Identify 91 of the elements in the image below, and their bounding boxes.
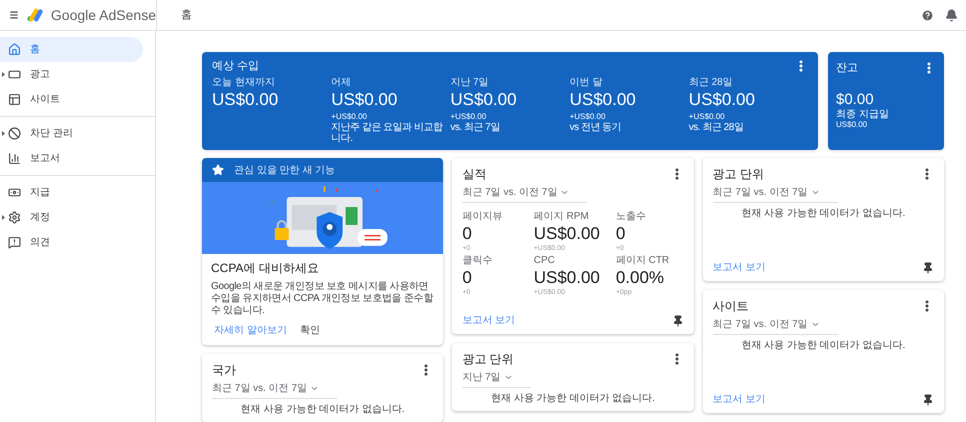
- dropdown-icon: [504, 373, 513, 382]
- caret-icon: [2, 72, 5, 77]
- metric-value: US$0.00: [534, 223, 601, 244]
- metric-label: 최근 28일: [688, 76, 734, 88]
- help-icon[interactable]: [921, 8, 934, 22]
- metric-label: 오늘 현재까지: [212, 76, 276, 88]
- settings-icon: [8, 211, 21, 224]
- metric-label: 지난 7일: [450, 76, 490, 88]
- card-title: 잔고: [836, 61, 858, 76]
- empty-message: 현재 사용 가능한 데이터가 없습니다.: [740, 339, 906, 352]
- pin-icon[interactable]: [922, 262, 934, 274]
- feature-banner: 관심 있을 만한 새 기능: [202, 158, 444, 182]
- metric-label: 클릭수: [462, 255, 494, 267]
- dropdown-icon: [810, 188, 820, 197]
- sidebar-item[interactable]: 의견: [0, 230, 143, 255]
- feature-description: Google의 새로운 개인정보 보호 메시지를 사용하면 수입을 유지하면서 CCPA 개인정보 보호법을 준수할 수 있습니다.: [211, 281, 434, 317]
- metric-value: 0: [462, 223, 473, 244]
- view-report-link[interactable]: 보고서 보기: [462, 313, 516, 328]
- period-dropdown[interactable]: 최근 7일 vs. 이전 7일: [212, 381, 338, 399]
- metric-label: 페이지 CTR: [616, 255, 670, 267]
- metric-value: US$0.00: [534, 267, 601, 288]
- metric-comparison: vs 전년 동기: [570, 122, 622, 132]
- metric-comparison: 지난주 같은 요일과 비교합니다.: [331, 122, 444, 144]
- feedback-icon: [8, 236, 21, 249]
- layout-icon: [8, 93, 21, 106]
- metric-label: CPC: [534, 255, 556, 267]
- view-report-link[interactable]: 보고서 보기: [712, 260, 766, 275]
- metric-label: 노출수: [616, 211, 647, 223]
- metric-label: 페이지 RPM: [534, 211, 590, 223]
- metric-delta: +US$0.00: [331, 112, 368, 122]
- period-dropdown[interactable]: 최근 7일 vs. 이전 7일: [712, 317, 838, 335]
- card-title: 예상 수입: [212, 59, 260, 74]
- empty-message: 현재 사용 가능한 데이터가 없습니다.: [740, 207, 906, 220]
- home-icon: [8, 43, 21, 56]
- card-title: 광고 단위: [462, 351, 514, 368]
- metric-value: US$0.00: [570, 88, 637, 110]
- sidebar-item[interactable]: 지급: [0, 180, 143, 205]
- logo-icon: [27, 7, 43, 23]
- sidebar-item[interactable]: 보고서: [0, 146, 143, 171]
- empty-message: 현재 사용 가능한 데이터가 없습니다.: [240, 403, 406, 416]
- notifications-icon[interactable]: [945, 8, 958, 22]
- dropdown-icon: [560, 188, 570, 197]
- empty-message: 현재 사용 가능한 데이터가 없습니다.: [490, 392, 656, 405]
- feature-heading: CCPA에 대비하세요: [211, 261, 320, 276]
- metric-delta: +US$0.00: [450, 112, 488, 122]
- metric-value: US$0.00: [450, 88, 518, 110]
- metric-label: 페이지뷰: [462, 211, 504, 223]
- ad-window-icon: [8, 68, 21, 81]
- block-icon: [8, 127, 21, 140]
- metric-comparison: vs. 최근 28일: [688, 122, 744, 132]
- last-payment-label: 최종 지급일: [836, 108, 890, 120]
- sidebar-item[interactable]: 차단 관리: [0, 121, 143, 146]
- pin-icon[interactable]: [922, 394, 934, 406]
- metric-value: US$0.00: [331, 88, 398, 110]
- caret-icon: [2, 131, 5, 136]
- period-dropdown[interactable]: 최근 7일 vs. 이전 7일: [462, 185, 588, 203]
- view-report-link[interactable]: 보고서 보기: [712, 392, 766, 407]
- confirm-button[interactable]: 확인: [296, 320, 323, 341]
- menu-icon[interactable]: [9, 9, 20, 21]
- metric-delta: +US$0.00: [688, 112, 726, 122]
- pin-icon[interactable]: [672, 314, 684, 326]
- metric-value: 0: [462, 267, 473, 288]
- page-title: 홈: [181, 8, 192, 23]
- period-dropdown[interactable]: 지난 7일: [462, 370, 531, 388]
- star-icon: [212, 164, 224, 176]
- last-payment-value: US$0.00: [836, 120, 868, 130]
- caret-icon: [2, 215, 5, 220]
- sidebar-item[interactable]: 사이트: [0, 87, 143, 112]
- metric-delta: +US$0.00: [570, 112, 606, 122]
- money-icon: [8, 186, 21, 199]
- chart-icon: [8, 152, 21, 165]
- learn-more-link[interactable]: 자세히 알아보기: [211, 320, 290, 341]
- dropdown-icon: [810, 320, 820, 329]
- product-name: Google AdSense: [50, 6, 156, 25]
- card-title: 광고 단위: [712, 166, 764, 183]
- balance-value: $0.00: [836, 90, 875, 108]
- sidebar-item[interactable]: 계정: [0, 205, 143, 230]
- dropdown-icon: [310, 384, 320, 393]
- sidebar-item[interactable]: 홈: [0, 37, 143, 62]
- metric-value: 0: [616, 223, 626, 244]
- card-title: 사이트: [712, 298, 749, 315]
- metric-label: 이번 달: [570, 76, 604, 88]
- metric-value: 0.00%: [616, 267, 666, 288]
- metric-comparison: vs. 최근 7일: [450, 122, 501, 132]
- card-title: 국가: [212, 362, 236, 379]
- period-dropdown[interactable]: 최근 7일 vs. 이전 7일: [712, 185, 838, 203]
- metric-label: 어제: [331, 76, 352, 88]
- metric-value: US$0.00: [212, 88, 280, 110]
- metric-value: US$0.00: [688, 88, 756, 110]
- card-title: 실적: [462, 166, 486, 183]
- sidebar-item[interactable]: 광고: [0, 62, 143, 87]
